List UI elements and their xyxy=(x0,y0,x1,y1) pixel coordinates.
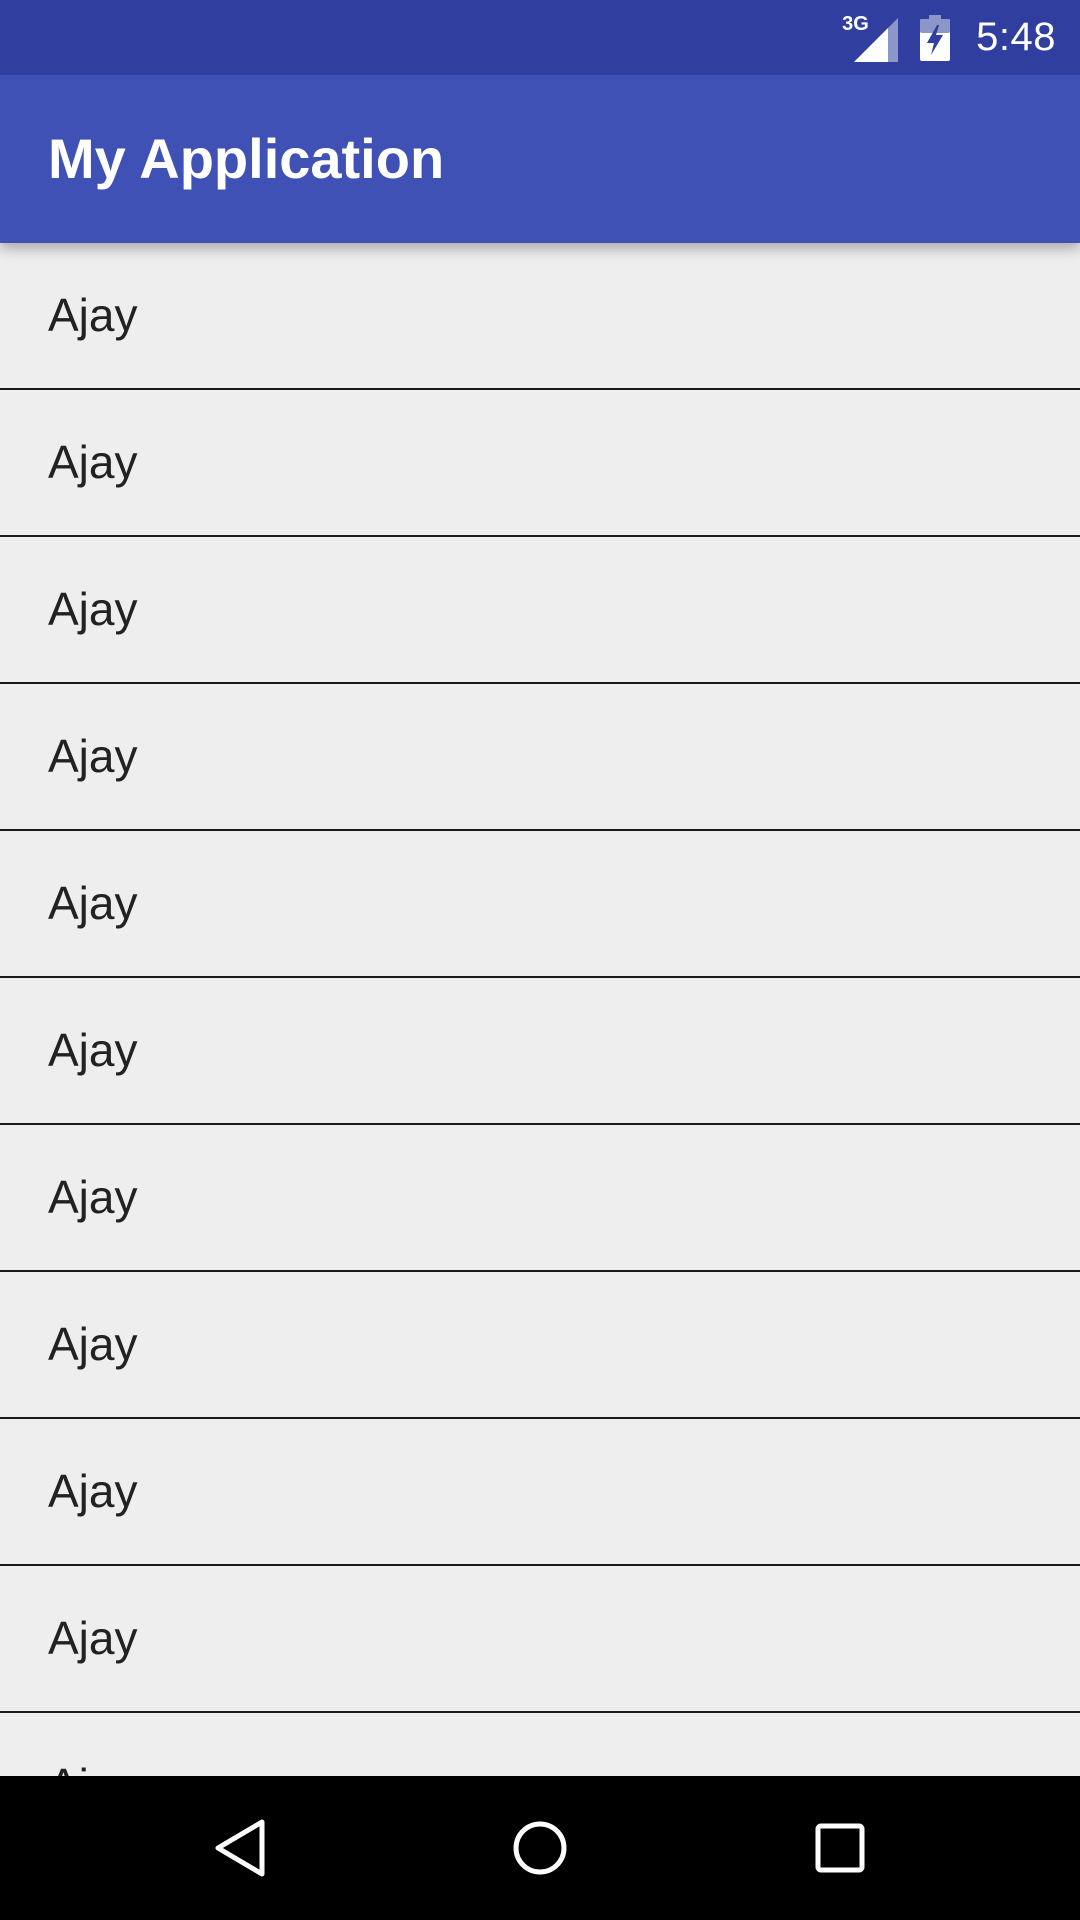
list-item[interactable]: Ajay xyxy=(0,1713,1080,1776)
list-item-label: Ajay xyxy=(48,1612,138,1664)
list-item[interactable]: Ajay xyxy=(0,1125,1080,1272)
list-item[interactable]: Ajay xyxy=(0,390,1080,537)
status-bar: 3G 5:48 xyxy=(0,0,1080,75)
list-item-label: Ajay xyxy=(48,289,138,341)
home-icon xyxy=(513,1821,567,1875)
navigation-bar xyxy=(0,1776,1080,1920)
list-item-label: Ajay xyxy=(48,1318,138,1370)
list-item-label: Ajay xyxy=(48,1024,138,1076)
app-toolbar: My Application xyxy=(0,75,1080,243)
back-button[interactable] xyxy=(160,1776,320,1920)
battery-charging-icon xyxy=(920,14,951,61)
name-list[interactable]: Ajay Ajay Ajay Ajay Ajay Ajay Ajay Ajay … xyxy=(0,243,1080,1776)
list-item[interactable]: Ajay xyxy=(0,1272,1080,1419)
recents-button[interactable] xyxy=(760,1776,920,1920)
list-item[interactable]: Ajay xyxy=(0,243,1080,390)
list-item[interactable]: Ajay xyxy=(0,831,1080,978)
list-item[interactable]: Ajay xyxy=(0,978,1080,1125)
list-item-label: Ajay xyxy=(48,436,138,488)
list-item-label: Ajay xyxy=(48,730,138,782)
list-item[interactable]: Ajay xyxy=(0,537,1080,684)
list-item-label: Ajay xyxy=(48,1171,138,1223)
status-icons: 3G 5:48 xyxy=(842,0,1056,75)
list-item[interactable]: Ajay xyxy=(0,684,1080,831)
status-clock: 5:48 xyxy=(976,15,1056,59)
list-item-label: Ajay xyxy=(48,583,138,635)
list-item[interactable]: Ajay xyxy=(0,1419,1080,1566)
back-icon xyxy=(215,1819,265,1877)
signal-icon: 3G xyxy=(842,14,899,62)
recents-icon xyxy=(815,1823,865,1873)
toolbar-title: My Application xyxy=(48,127,445,190)
list-item-label: Ajay xyxy=(48,1713,137,1776)
list-item-label: Ajay xyxy=(48,877,138,929)
list-item-label: Ajay xyxy=(48,1465,138,1517)
app-screen: 3G 5:48 My Application Ajay Ajay Ajay Aj… xyxy=(0,0,1080,1920)
list-item[interactable]: Ajay xyxy=(0,1566,1080,1713)
home-button[interactable] xyxy=(460,1776,620,1920)
